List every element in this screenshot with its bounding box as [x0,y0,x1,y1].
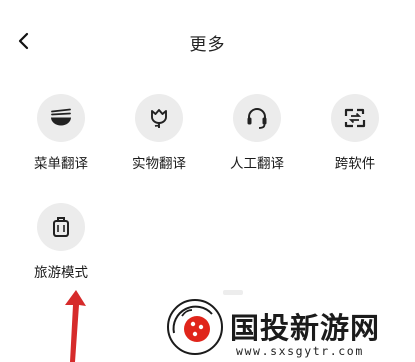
menu-translate-button[interactable]: 菜单翻译 [26,94,96,174]
icon-circle [233,94,281,142]
watermark-logo [167,299,223,355]
suitcase-icon [53,217,69,237]
icon-circle [331,94,379,142]
page-title: 更多 [189,35,226,55]
watermark-url: www.sxsgytr.com [236,344,364,358]
object-translate-button[interactable]: 实物翻译 [124,94,194,174]
scroll-indicator [223,290,243,295]
header-bar: 更多 [0,0,415,80]
icon-circle [37,94,85,142]
travel-mode-button[interactable]: 旅游模式 [26,203,96,283]
icon-circle [135,94,183,142]
tile-label: 实物翻译 [132,156,186,172]
bowl-icon [51,108,71,126]
tile-label: 人工翻译 [230,156,284,172]
icon-circle [37,203,85,251]
tile-label: 菜单翻译 [34,156,88,172]
red-arrow-annotation [65,290,86,362]
tile-label: 跨软件 [334,156,376,172]
tile-label: 旅游模式 [34,265,88,281]
swap-frame-icon [344,108,366,128]
cross-app-button[interactable]: 跨软件 [320,94,390,174]
human-translate-button[interactable]: 人工翻译 [222,94,292,174]
watermark-site-name: 国投新游网 [230,311,381,345]
tulip-icon [151,109,167,128]
headset-icon [247,108,267,129]
